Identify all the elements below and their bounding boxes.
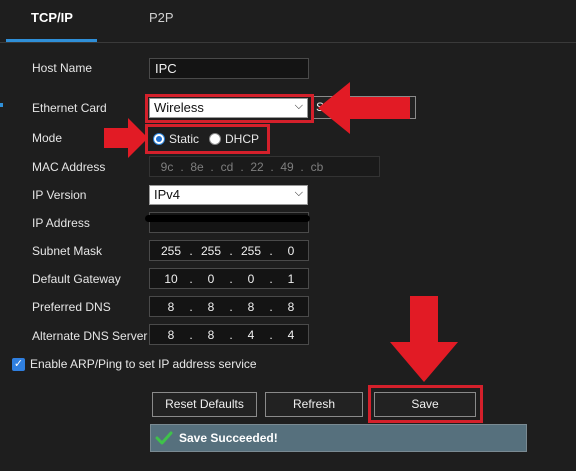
arrow-down-icon bbox=[390, 296, 458, 382]
ip-version-value: IPv4 bbox=[154, 187, 181, 202]
mac-octet: 22 bbox=[250, 159, 264, 174]
tab-tcp-ip[interactable]: TCP/IP bbox=[31, 10, 73, 25]
annotation-highlight-save bbox=[368, 385, 483, 423]
subnet-octet[interactable]: 255 bbox=[154, 244, 188, 258]
subnet-mask-label: Subnet Mask bbox=[32, 244, 103, 258]
preferred-dns-label: Preferred DNS bbox=[32, 300, 111, 314]
dns-octet[interactable]: 8 bbox=[154, 300, 188, 314]
mac-address-label: MAC Address bbox=[32, 160, 106, 174]
checkmark-icon bbox=[155, 431, 173, 445]
arp-ping-checkbox[interactable]: ✓ bbox=[12, 358, 25, 371]
arp-ping-label: Enable ARP/Ping to set IP address servic… bbox=[30, 357, 257, 371]
tab-p2p[interactable]: P2P bbox=[149, 10, 174, 25]
alt-dns-octet[interactable]: 8 bbox=[194, 328, 228, 342]
ip-address-label: IP Address bbox=[32, 216, 90, 230]
subnet-octet[interactable]: 0 bbox=[274, 244, 308, 258]
ethernet-card-label: Ethernet Card bbox=[32, 101, 107, 115]
default-gateway-label: Default Gateway bbox=[32, 272, 121, 286]
arrow-left-icon bbox=[318, 82, 410, 134]
refresh-button[interactable]: Refresh bbox=[265, 392, 363, 417]
ip-version-select[interactable]: IPv4 ⌵ bbox=[149, 185, 308, 205]
host-name-input[interactable]: IPC bbox=[149, 58, 309, 79]
mac-octet: cb bbox=[310, 159, 324, 174]
reset-defaults-button[interactable]: Reset Defaults bbox=[152, 392, 257, 417]
annotation-highlight-mode bbox=[145, 124, 270, 154]
alternate-dns-input[interactable]: 8. 8. 4. 4 bbox=[149, 324, 309, 345]
mode-label: Mode bbox=[32, 131, 63, 145]
mac-octet: cd bbox=[220, 159, 234, 174]
alternate-dns-label: Alternate DNS Server bbox=[32, 329, 148, 343]
gateway-octet[interactable]: 0 bbox=[234, 272, 268, 286]
ip-version-label: IP Version bbox=[32, 188, 87, 202]
subnet-mask-input[interactable]: 255. 255. 255. 0 bbox=[149, 240, 309, 261]
host-name-label: Host Name bbox=[32, 61, 93, 75]
side-indicator bbox=[0, 103, 3, 107]
arrow-right-icon bbox=[104, 118, 148, 158]
gateway-octet[interactable]: 0 bbox=[194, 272, 228, 286]
mac-octet: 49 bbox=[280, 159, 294, 174]
preferred-dns-input[interactable]: 8. 8. 8. 8 bbox=[149, 296, 309, 317]
dns-octet[interactable]: 8 bbox=[234, 300, 268, 314]
subnet-octet[interactable]: 255 bbox=[194, 244, 228, 258]
tab-bar: TCP/IP P2P bbox=[0, 0, 576, 43]
redaction-mark bbox=[145, 215, 310, 222]
alt-dns-octet[interactable]: 4 bbox=[274, 328, 308, 342]
mac-address-field: 9c. 8e. cd. 22. 49. cb bbox=[149, 156, 380, 177]
annotation-highlight-ethernet-card bbox=[145, 94, 314, 123]
status-message-bar: Save Succeeded! bbox=[150, 424, 527, 452]
alt-dns-octet[interactable]: 4 bbox=[234, 328, 268, 342]
default-gateway-input[interactable]: 10. 0. 0. 1 bbox=[149, 268, 309, 289]
gateway-octet[interactable]: 10 bbox=[154, 272, 188, 286]
dns-octet[interactable]: 8 bbox=[274, 300, 308, 314]
alt-dns-octet[interactable]: 8 bbox=[154, 328, 188, 342]
gateway-octet[interactable]: 1 bbox=[274, 272, 308, 286]
mac-octet: 9c bbox=[160, 159, 174, 174]
chevron-down-icon: ⌵ bbox=[294, 187, 303, 199]
dns-octet[interactable]: 8 bbox=[194, 300, 228, 314]
tab-divider bbox=[0, 42, 576, 43]
subnet-octet[interactable]: 255 bbox=[234, 244, 268, 258]
status-message-text: Save Succeeded! bbox=[179, 431, 278, 445]
mac-octet: 8e bbox=[190, 159, 204, 174]
